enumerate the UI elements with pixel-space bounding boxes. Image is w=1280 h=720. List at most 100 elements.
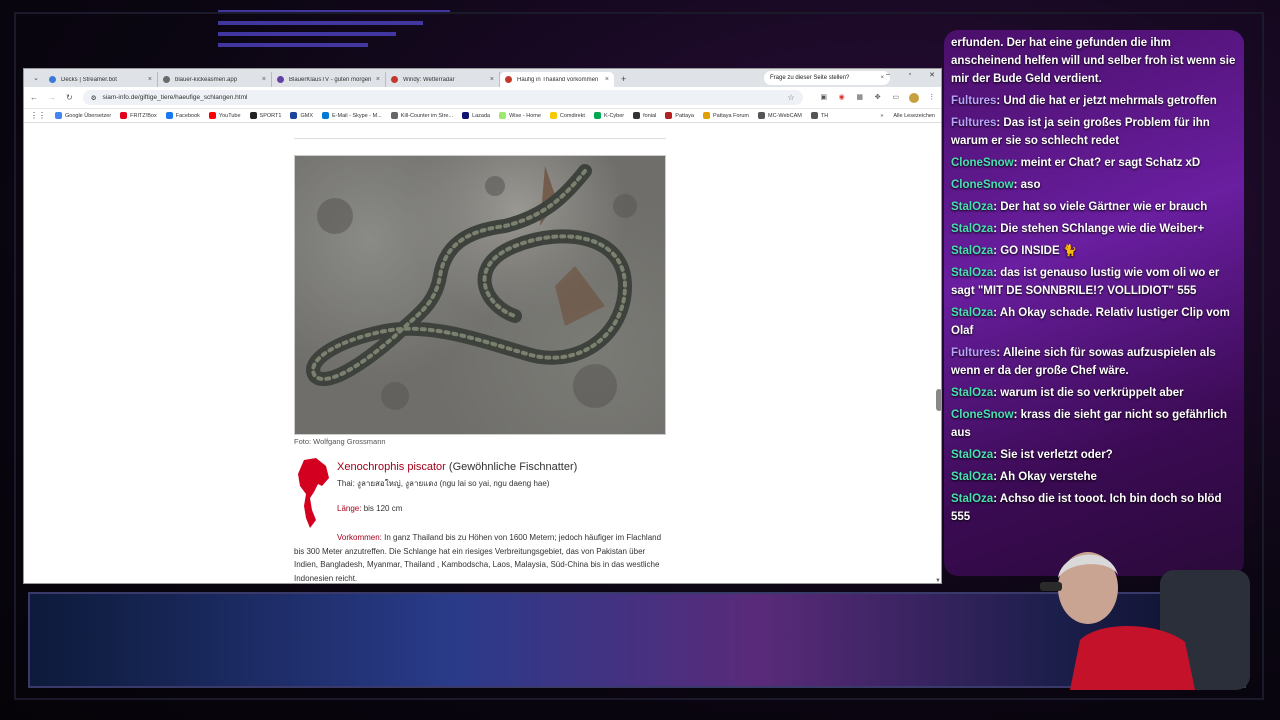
chat-username[interactable]: StalOza xyxy=(951,449,993,461)
bookmark-favicon-icon xyxy=(321,112,329,119)
species-heading: Xenochrophis piscator (Gewöhnliche Fisch… xyxy=(337,461,577,473)
tab-close-icon[interactable]: × xyxy=(490,76,494,83)
bookmark-item[interactable]: GMX xyxy=(290,112,313,119)
chat-username[interactable]: StalOza xyxy=(951,493,993,505)
browser-tab[interactable]: BlauerKlausTV - guten morgen × xyxy=(272,72,386,87)
bookmark-item[interactable]: Pattaya Forum xyxy=(702,112,750,119)
bookmark-item[interactable]: MC-WebCAM xyxy=(758,112,802,119)
bookmark-label: FRITZ!Box xyxy=(130,112,157,119)
chat-username[interactable]: CloneSnow xyxy=(951,409,1014,421)
site-info-icon[interactable]: ⚙ xyxy=(91,94,97,102)
maximize-icon[interactable]: ▫ xyxy=(905,71,915,79)
extension-icon[interactable]: ▦ xyxy=(855,93,865,103)
bookmark-item[interactable]: SPORT1 xyxy=(249,112,281,119)
profile-avatar[interactable] xyxy=(908,92,919,103)
species-scientific-name[interactable]: Xenochrophis piscator xyxy=(337,461,446,473)
chat-message: StalOza: Ah Okay schade. Relativ lustige… xyxy=(951,304,1236,340)
bookmark-item[interactable]: Facebook xyxy=(165,112,200,119)
chat-username[interactable]: CloneSnow xyxy=(951,179,1014,191)
extension-icon[interactable]: ▣ xyxy=(819,93,829,103)
chat-username[interactable]: StalOza xyxy=(951,471,993,483)
tab-search-icon[interactable]: ⌄ xyxy=(28,71,44,87)
bookmark-item[interactable]: Lazada xyxy=(462,112,490,119)
browser-tab[interactable]: blauer-kickeasmen.app × xyxy=(158,72,272,87)
forward-icon[interactable]: → xyxy=(48,93,56,102)
bookmark-label: Pattaya Forum xyxy=(712,112,750,119)
tab-close-icon[interactable]: × xyxy=(605,76,609,83)
scroll-down-icon[interactable]: ▼ xyxy=(935,578,941,583)
bookmark-item[interactable]: FRITZ!Box xyxy=(120,112,157,119)
chat-username[interactable]: Fultures xyxy=(951,117,996,129)
chat-username[interactable]: StalOza xyxy=(951,201,993,213)
bookmark-favicon-icon xyxy=(593,112,601,119)
sidebar-icon[interactable]: ▭ xyxy=(891,93,901,103)
bookmark-item[interactable]: Google Übersetzer xyxy=(55,112,111,119)
chat-username[interactable]: StalOza xyxy=(951,307,993,319)
chat-text: : Der hat so viele Gärtner wie er brauch xyxy=(993,201,1208,213)
bookmark-label: Facebook xyxy=(175,112,200,119)
tab-title: Windy: Wetterradar xyxy=(403,76,455,83)
browser-tab[interactable]: Decks | Streamer.bot × xyxy=(44,72,158,87)
bookmark-item[interactable]: K-Cyber xyxy=(593,112,625,119)
chat-message: Fultures: Alleine sich für sowas aufzusp… xyxy=(951,344,1236,380)
bookmark-item[interactable]: TH xyxy=(810,112,829,119)
scrollbar-thumb[interactable] xyxy=(936,389,941,411)
divider xyxy=(294,138,666,139)
extensions-puzzle-icon[interactable]: ✥ xyxy=(873,93,883,103)
chat-username[interactable]: Fultures xyxy=(951,347,996,359)
bookmark-item[interactable]: Wise - Home xyxy=(499,112,541,119)
extension-icon[interactable]: ◉ xyxy=(837,93,847,103)
back-icon[interactable]: ← xyxy=(30,93,38,102)
all-bookmarks-link[interactable]: Alle Lesezeichen xyxy=(893,113,935,119)
chat-username[interactable]: StalOza xyxy=(951,267,993,279)
ask-page-button[interactable]: Frage zu dieser Seite stellen? × xyxy=(764,71,890,85)
chat-username[interactable]: StalOza xyxy=(951,245,993,257)
bookmark-item[interactable]: fonial xyxy=(633,112,656,119)
chat-username[interactable]: StalOza xyxy=(951,387,993,399)
bookmark-label: MC-WebCAM xyxy=(768,112,802,119)
chat-text: : Ah Okay verstehe xyxy=(993,471,1097,483)
bookmark-label: Kill-Counter im Stre... xyxy=(400,112,454,119)
chat-message: StalOza: das ist genauso lustig wie vom … xyxy=(951,264,1236,300)
bookmark-item[interactable]: YouTube xyxy=(208,112,241,119)
new-tab-button[interactable]: + xyxy=(614,72,633,87)
chat-text: erfunden. Der hat eine gefunden die ihm … xyxy=(951,37,1236,85)
address-bar[interactable]: ⚙ siam-info.de/giftige_tiere/haeufige_sc… xyxy=(82,90,803,105)
chat-text: : Ah Okay schade. Relativ lustiger Clip … xyxy=(951,307,1230,337)
tab-favicon-icon xyxy=(391,76,398,83)
tab-close-icon[interactable]: × xyxy=(376,76,380,83)
snake-photo xyxy=(294,155,666,435)
bookmark-favicon-icon xyxy=(810,112,818,119)
close-window-icon[interactable]: ✕ xyxy=(927,71,937,79)
bookmark-favicon-icon xyxy=(208,112,216,119)
more-bookmarks-icon[interactable]: » xyxy=(880,113,883,119)
bookmark-item[interactable]: Comdirekt xyxy=(549,112,585,119)
stream-chat: erfunden. Der hat eine gefunden die ihm … xyxy=(944,30,1244,576)
bookmark-label: TH xyxy=(820,112,829,119)
bookmark-label: Wise - Home xyxy=(509,112,541,119)
minimize-icon[interactable]: – xyxy=(883,71,893,79)
apps-icon[interactable]: ⋮⋮ xyxy=(30,111,46,120)
url-text: siam-info.de/giftige_tiere/haeufige_schl… xyxy=(102,94,248,101)
bookmark-label: Pattaya xyxy=(675,112,694,119)
browser-tab[interactable]: Häufig in Thailand vorkommen × xyxy=(500,72,614,87)
browser-window: ⌄ Decks | Streamer.bot × blauer-kickeasmen… xyxy=(23,68,942,584)
menu-icon[interactable]: ⋮ xyxy=(927,93,937,103)
webcam-feed xyxy=(1040,552,1250,690)
tab-close-icon[interactable]: × xyxy=(148,76,152,83)
bookmark-label: Lazada xyxy=(472,112,491,119)
reload-icon[interactable]: ↻ xyxy=(66,93,73,102)
thai-label: Thai: xyxy=(337,479,355,488)
tab-close-icon[interactable]: × xyxy=(262,76,266,83)
chat-username[interactable]: StalOza xyxy=(951,223,993,235)
chat-username[interactable]: CloneSnow xyxy=(951,157,1014,169)
chat-message: StalOza: Ah Okay verstehe xyxy=(951,468,1236,486)
bookmark-star-icon[interactable]: ☆ xyxy=(788,93,795,102)
bookmark-label: K-Cyber xyxy=(603,112,625,119)
bookmark-item[interactable]: Kill-Counter im Stre... xyxy=(390,112,454,119)
chat-username[interactable]: Fultures xyxy=(951,95,996,107)
chat-message: StalOza: Sie ist verletzt oder? xyxy=(951,446,1236,464)
browser-tab[interactable]: Windy: Wetterradar × xyxy=(386,72,500,87)
bookmark-item[interactable]: E-Mail - Skype - M... xyxy=(321,112,382,119)
bookmark-item[interactable]: Pattaya xyxy=(665,112,694,119)
